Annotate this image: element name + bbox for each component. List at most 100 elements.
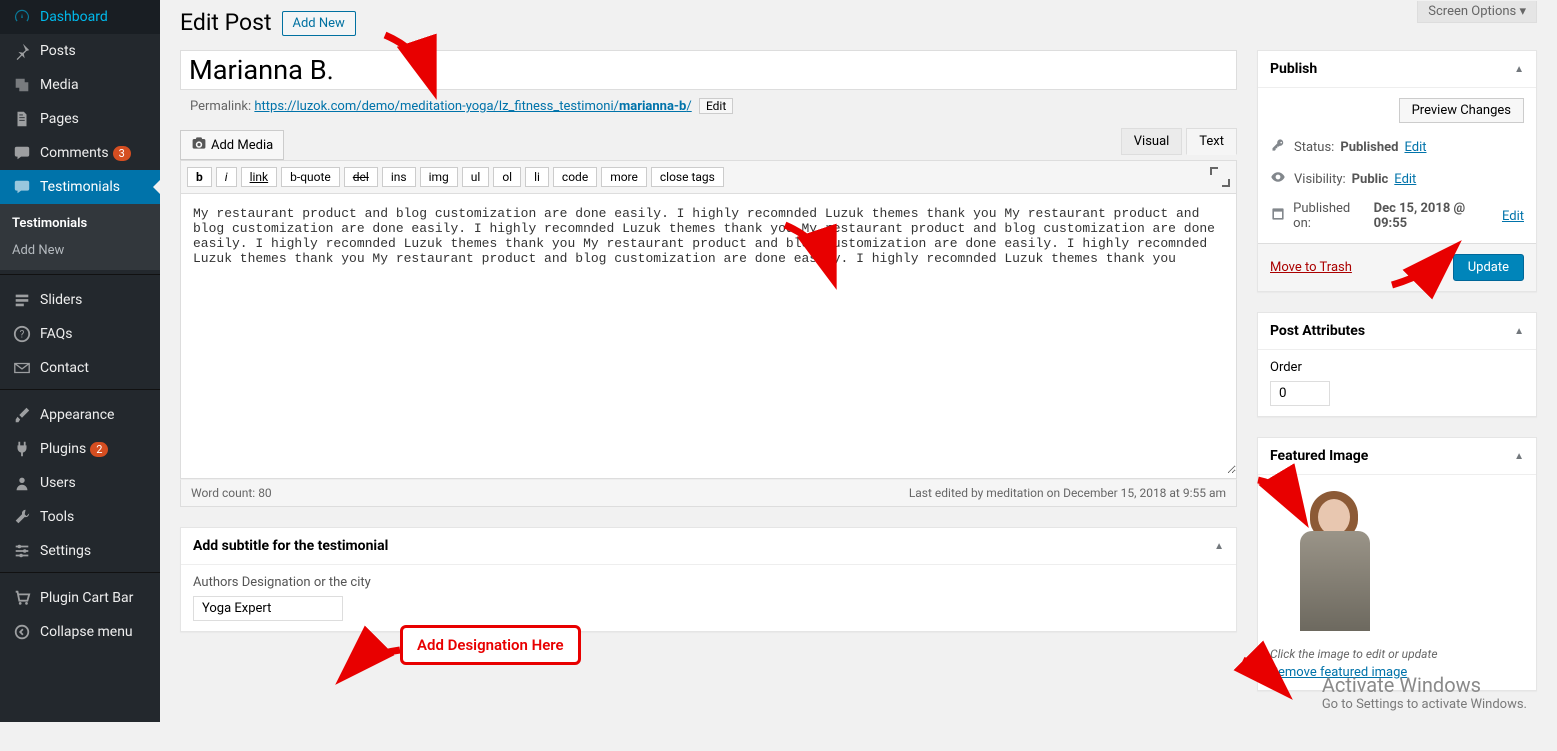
publish-box-header[interactable]: Publish▲ [1258,51,1536,88]
gauge-icon [12,8,32,26]
camera-icon [191,135,207,155]
sidebar-item-label: Plugin Cart Bar [40,590,133,606]
quicktag-ul[interactable]: ul [462,167,490,187]
quicktag-b[interactable]: b [187,167,212,187]
sidebar-item-label: Dashboard [40,9,108,25]
edit-status-link[interactable]: Edit [1404,140,1426,155]
permalink-link[interactable]: https://luzok.com/demo/meditation-yoga/l… [254,99,691,114]
editor-toolbar: bilinkb-quotedelinsimgulollicodemoreclos… [180,160,1237,194]
sidebar-item-pages[interactable]: Pages [0,102,160,136]
sidebar-item-testimonials[interactable]: Testimonials [0,170,160,204]
sidebar-item-collapse[interactable]: Collapse menu [0,615,160,649]
quicktag-b-quote[interactable]: b-quote [281,167,340,187]
featured-image-thumbnail[interactable] [1270,491,1524,641]
featured-image-header[interactable]: Featured Image▲ [1258,438,1536,475]
sidebar-item-label: Collapse menu [40,624,133,640]
page-title: Edit Post [180,0,272,40]
sidebar-item-label: Plugins [40,441,86,457]
quicktag-img[interactable]: img [420,167,458,187]
page-icon [12,110,32,128]
permalink-edit-button[interactable]: Edit [699,98,733,114]
preview-changes-button[interactable]: Preview Changes [1399,98,1524,123]
sidebar-item-label: Posts [40,43,76,59]
fullscreen-icon[interactable] [1210,167,1230,187]
move-to-trash-link[interactable]: Move to Trash [1270,260,1352,275]
chevron-up-icon: ▲ [1514,326,1524,337]
wrench-icon [12,508,32,526]
quicktag-link[interactable]: link [241,167,278,187]
editor-tab-text[interactable]: Text [1186,128,1237,155]
screen-options-toggle[interactable]: Screen Options ▾ [1417,1,1537,23]
quicktag-ins[interactable]: ins [382,167,416,187]
sidebar-item-faqs[interactable]: ? FAQs [0,317,160,351]
featured-image-caption: Click the image to edit or update [1270,647,1524,661]
format-icon [12,291,32,309]
add-media-button[interactable]: Add Media [180,130,284,160]
chat-icon [12,178,32,196]
admin-sidebar: Dashboard Posts Media Pages Comments 3 Testimo… [0,0,160,722]
designation-input[interactable] [193,596,343,621]
windows-activation-watermark: Activate Windows Go to Settings to activ… [1322,673,1527,712]
sidebar-item-label: Settings [40,543,91,559]
sidebar-item-appearance[interactable]: Appearance [0,398,160,432]
editor-tab-visual[interactable]: Visual [1121,128,1183,155]
sidebar-item-plugin-cart-bar[interactable]: Plugin Cart Bar [0,581,160,615]
sidebar-item-tools[interactable]: Tools [0,500,160,534]
mail-icon [12,359,32,377]
count-badge: 3 [113,146,131,161]
sidebar-item-comments[interactable]: Comments 3 [0,136,160,170]
post-title-input[interactable] [180,50,1237,90]
pin-icon [12,42,32,60]
quicktag-close-tags[interactable]: close tags [651,167,724,187]
sidebar-item-label: Appearance [40,407,114,423]
sidebar-item-label: Media [40,77,79,93]
chevron-up-icon: ▲ [1514,64,1524,75]
chevron-up-icon: ▲ [1214,541,1224,552]
edit-date-link[interactable]: Edit [1502,209,1524,224]
sidebar-item-label: Users [40,475,76,491]
sidebar-item-settings[interactable]: Settings [0,534,160,568]
quicktag-ol[interactable]: ol [493,167,521,187]
faq-icon: ? [12,325,32,343]
brush-icon [12,406,32,424]
order-input[interactable] [1270,381,1330,406]
sidebar-subitem[interactable]: Testimonials [0,210,160,237]
edit-visibility-link[interactable]: Edit [1394,172,1416,187]
cart-icon [12,589,32,607]
sidebar-item-dashboard[interactable]: Dashboard [0,0,160,34]
sidebar-item-label: Testimonials [40,179,120,195]
chat-icon [12,144,32,162]
post-attributes-header[interactable]: Post Attributes▲ [1258,313,1536,350]
sidebar-item-sliders[interactable]: Sliders [0,283,160,317]
order-label: Order [1270,360,1524,375]
annotation-callout: Add Designation Here [400,625,581,665]
quicktag-more[interactable]: more [601,167,647,187]
sidebar-item-label: Tools [40,509,74,525]
sidebar-item-posts[interactable]: Posts [0,34,160,68]
plug-icon [12,440,32,458]
word-count: Word count: 80 [191,486,272,500]
content-textarea[interactable]: My restaurant product and blog customiza… [181,194,1236,474]
subtitle-metabox-header[interactable]: Add subtitle for the testimonial▲ [181,528,1236,565]
quicktag-i[interactable]: i [216,167,237,187]
svg-text:?: ? [20,330,25,341]
permalink-row: Permalink: https://luzok.com/demo/medita… [180,90,1237,122]
user-icon [12,474,32,492]
update-button[interactable]: Update [1453,254,1524,281]
sidebar-subitem[interactable]: Add New [0,237,160,264]
chevron-up-icon: ▲ [1514,451,1524,462]
sidebar-item-media[interactable]: Media [0,68,160,102]
sidebar-item-plugins[interactable]: Plugins2 [0,432,160,466]
add-new-button[interactable]: Add New [282,11,356,36]
quicktag-code[interactable]: code [553,167,597,187]
collapse-icon [12,623,32,641]
sidebar-item-label: Comments [40,145,109,161]
designation-label: Authors Designation or the city [193,575,1224,590]
key-icon [1270,137,1288,157]
sidebar-item-label: FAQs [40,326,73,342]
eye-icon [1270,169,1288,189]
quicktag-li[interactable]: li [525,167,549,187]
sidebar-item-users[interactable]: Users [0,466,160,500]
quicktag-del[interactable]: del [344,167,378,187]
sidebar-item-contact[interactable]: Contact [0,351,160,385]
